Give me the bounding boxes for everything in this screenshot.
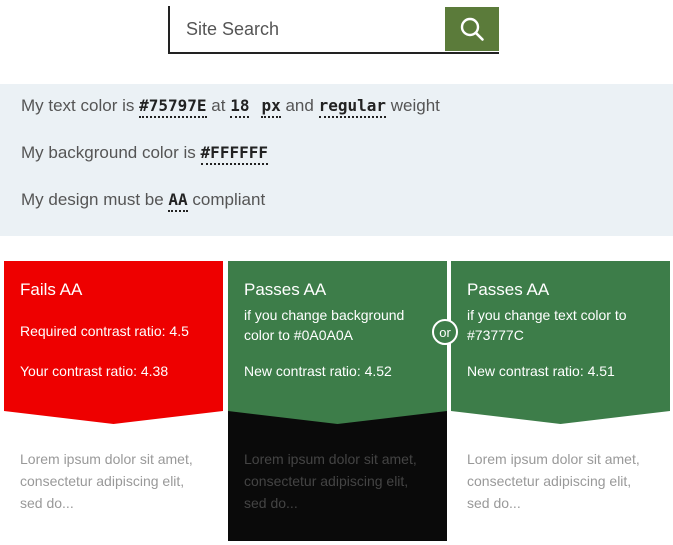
text-color-value[interactable]: #75797E xyxy=(139,96,207,118)
sample-text-preview: Lorem ipsum dolor sit amet, consectetur … xyxy=(451,424,670,541)
result-card-background-fix: Passes AA if you change background color… xyxy=(228,261,447,541)
result-card-text-fix: Passes AA if you change text color to #7… xyxy=(451,261,670,541)
search-input[interactable] xyxy=(170,6,445,52)
at-label: at xyxy=(211,96,226,115)
new-ratio: New contrast ratio: 4.52 xyxy=(244,363,392,379)
fix-description: if you change text color to #73777C xyxy=(467,307,627,343)
font-size-unit[interactable]: px xyxy=(261,96,281,118)
font-weight-value[interactable]: regular xyxy=(318,96,386,118)
compliance-label: My design must be xyxy=(21,190,164,209)
weight-label: weight xyxy=(390,96,440,115)
page: My text color is #75797E at 18 px and reg… xyxy=(0,0,673,545)
background-color-value[interactable]: #FFFFFF xyxy=(200,143,268,165)
text-color-label: My text color is xyxy=(21,96,135,115)
result-title: Passes AA xyxy=(244,280,327,299)
result-card-header: Fails AA Required contrast ratio: 4.5 Yo… xyxy=(4,261,223,424)
required-ratio: Required contrast ratio: 4.5 xyxy=(20,323,189,339)
background-color-label: My background color is xyxy=(21,143,196,162)
font-size-value[interactable]: 18 xyxy=(230,96,250,118)
background-color-line: My background color is #FFFFFF xyxy=(21,142,673,165)
compliance-suffix: compliant xyxy=(192,190,266,209)
and-label: and xyxy=(285,96,314,115)
fix-description: if you change background color to #0A0A0… xyxy=(244,307,405,343)
compliance-line: My design must be AA compliant xyxy=(21,189,673,212)
site-search xyxy=(168,6,499,54)
compliance-level-value[interactable]: AA xyxy=(168,190,188,212)
result-card-fail: Fails AA Required contrast ratio: 4.5 Yo… xyxy=(4,261,223,541)
text-color-line: My text color is #75797E at 18 px and reg… xyxy=(21,95,673,118)
contrast-settings-panel: My text color is #75797E at 18 px and reg… xyxy=(0,84,673,236)
sample-text-preview: Lorem ipsum dolor sit amet, consectetur … xyxy=(4,424,223,541)
result-card-header: Passes AA if you change text color to #7… xyxy=(451,261,670,424)
sample-text-preview: Lorem ipsum dolor sit amet, consectetur … xyxy=(228,411,447,541)
search-button[interactable] xyxy=(445,7,499,51)
result-card-header: Passes AA if you change background color… xyxy=(228,261,447,424)
or-divider-badge: or xyxy=(432,319,458,345)
result-title: Fails AA xyxy=(20,280,83,299)
search-icon xyxy=(460,17,484,41)
result-title: Passes AA xyxy=(467,280,550,299)
your-ratio: Your contrast ratio: 4.38 xyxy=(20,363,169,379)
new-ratio: New contrast ratio: 4.51 xyxy=(467,363,615,379)
